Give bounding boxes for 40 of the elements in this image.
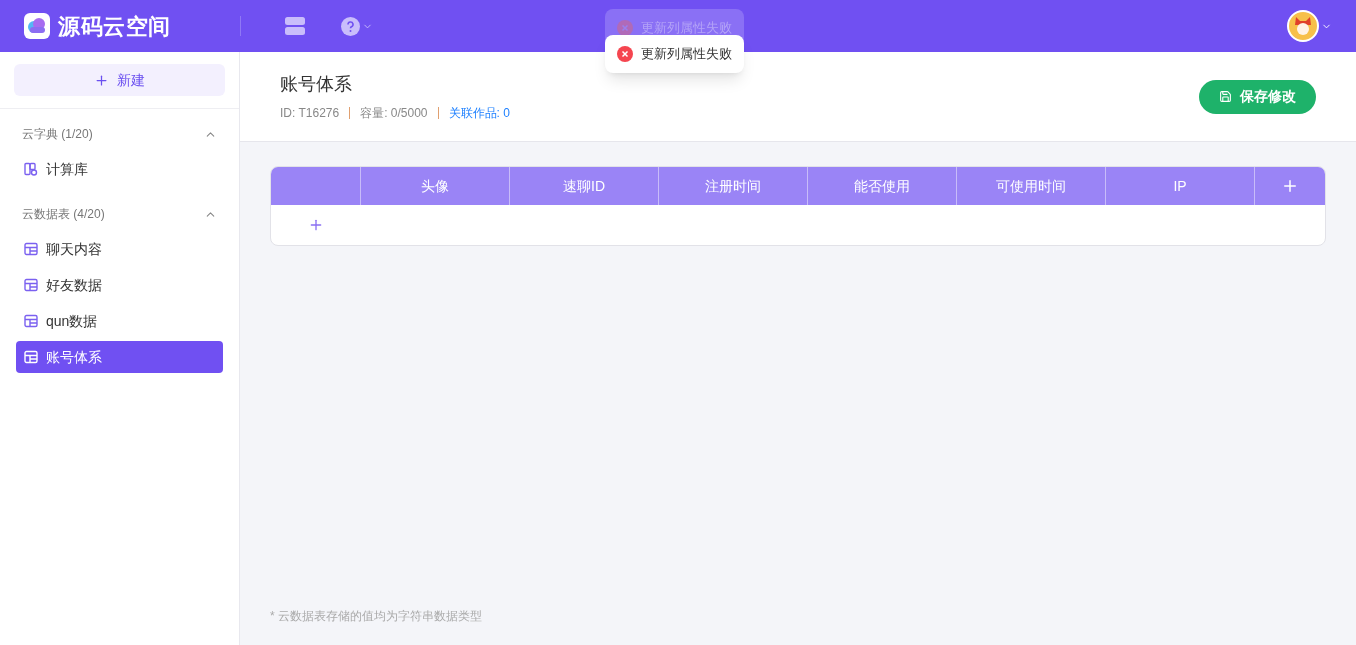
group-title: 云字典 (1/20) [22,126,93,143]
group-header[interactable]: 云数据表 (4/20) [0,195,239,233]
table-id: ID: T16276 [280,105,340,122]
dictionary-icon [24,162,38,176]
table-icon [24,314,38,328]
column-header[interactable]: 可使用时间 [957,167,1106,205]
capacity: 容量: 0/5000 [360,105,428,122]
linked-works-link[interactable]: 关联作品: 0 [448,104,510,122]
avatar[interactable] [1287,10,1319,42]
help-menu[interactable] [341,16,373,36]
toast-message: 更新列属性失败 [641,45,732,64]
plus-icon [94,72,109,88]
brand-name: 源码云空间 [58,12,171,41]
table-icon [24,242,38,256]
cloud-logo-icon [24,13,50,39]
save-icon [1219,90,1232,103]
column-header[interactable]: 头像 [361,167,510,205]
page-title: 账号体系 [280,73,353,96]
error-icon [617,20,633,36]
column-header[interactable]: 速聊ID [510,167,659,205]
table-icon [24,350,38,364]
help-icon [341,16,360,36]
footnote: * 云数据表存储的值均为字符串数据类型 [270,609,482,623]
sidebar-item[interactable]: 好友数据 [16,269,223,301]
new-button[interactable]: 新建 [14,64,225,96]
add-column-icon[interactable] [1281,177,1299,195]
column-header[interactable]: 注册时间 [659,167,808,205]
server-icon[interactable] [285,16,305,36]
sidebar-item[interactable]: 聊天内容 [16,233,223,265]
add-row-icon[interactable] [308,217,324,233]
table-icon [24,278,38,292]
column-header[interactable]: 能否使用 [808,167,957,205]
group-header[interactable]: 云字典 (1/20) [0,115,239,153]
sidebar-item[interactable]: qun数据 [16,305,223,337]
save-button[interactable]: 保存修改 [1199,79,1316,114]
column-header[interactable]: IP [1106,167,1255,205]
error-icon [617,46,633,62]
group-title: 云数据表 (4/20) [22,206,105,223]
sidebar-item[interactable]: 账号体系 [16,341,223,373]
sidebar-item[interactable]: 计算库 [16,153,223,185]
